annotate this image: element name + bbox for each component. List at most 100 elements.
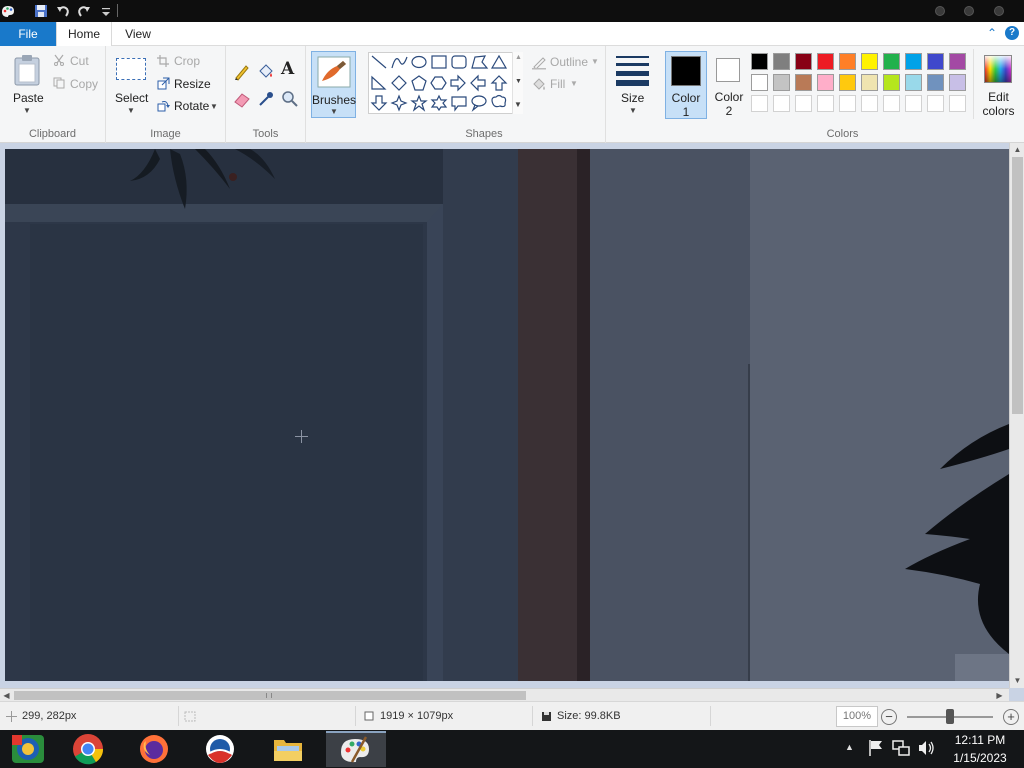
help-icon[interactable]: ? (1005, 26, 1019, 40)
file-explorer-taskbar-button[interactable] (258, 731, 318, 767)
redo-icon[interactable] (76, 3, 92, 19)
palette-swatch[interactable] (817, 53, 834, 70)
six-point-star-shape-icon[interactable] (430, 94, 448, 112)
paste-icon[interactable] (12, 54, 42, 86)
paste-dropdown-icon[interactable]: ▼ (23, 106, 31, 115)
tab-view[interactable]: View (118, 22, 158, 46)
cut-button[interactable]: Cut (70, 54, 89, 68)
custom-color-swatch[interactable] (795, 95, 812, 112)
palette-swatch[interactable] (861, 74, 878, 91)
color2-button[interactable]: Color 2 (710, 51, 752, 119)
palette-swatch[interactable] (927, 53, 944, 70)
close-button[interactable] (994, 6, 1004, 16)
palette-swatch[interactable] (861, 53, 878, 70)
scroll-down-arrow[interactable]: ▼ (1011, 674, 1024, 687)
palette-swatch[interactable] (839, 74, 856, 91)
custom-color-swatch[interactable] (949, 95, 966, 112)
fill-button[interactable]: Fill (550, 77, 565, 91)
cloud-callout-shape-icon[interactable] (491, 94, 507, 108)
oval-shape-icon[interactable] (411, 55, 427, 69)
tab-file[interactable]: File (0, 22, 56, 46)
palette-swatch[interactable] (795, 74, 812, 91)
down-arrow-shape-icon[interactable] (370, 95, 388, 111)
size-icon[interactable] (616, 54, 649, 86)
fill-dropdown-icon[interactable]: ▼ (570, 79, 578, 88)
select-icon[interactable] (116, 58, 146, 80)
hexagon-shape-icon[interactable] (430, 76, 447, 90)
brushes-button[interactable]: Brushes ▼ (311, 51, 356, 118)
four-point-star-shape-icon[interactable] (390, 94, 408, 112)
action-center-flag-icon[interactable] (868, 739, 884, 757)
palette-swatch[interactable] (773, 74, 790, 91)
crop-button[interactable]: Crop (174, 54, 200, 68)
palette-swatch[interactable] (927, 74, 944, 91)
custom-color-swatch[interactable] (839, 95, 856, 112)
clock-time[interactable]: 12:11 PM (945, 733, 1015, 747)
save-icon[interactable] (33, 3, 49, 19)
zoom-out-button[interactable]: − (881, 709, 897, 725)
network-icon[interactable] (892, 739, 910, 757)
volume-icon[interactable] (917, 739, 935, 757)
custom-color-swatch[interactable] (905, 95, 922, 112)
size-button[interactable]: Size (621, 91, 644, 105)
maximize-button[interactable] (964, 6, 974, 16)
custom-color-swatch[interactable] (861, 95, 878, 112)
vertical-scroll-thumb[interactable] (1012, 157, 1023, 414)
palette-swatch[interactable] (883, 53, 900, 70)
edit-colors-button[interactable]: Edit colors (976, 51, 1021, 119)
palette-swatch[interactable] (949, 53, 966, 70)
diamond-shape-icon[interactable] (391, 75, 407, 91)
custom-color-swatch[interactable] (927, 95, 944, 112)
magnifier-icon[interactable] (281, 90, 299, 108)
custom-color-swatch[interactable] (751, 95, 768, 112)
shapes-gallery-scroll[interactable]: ▲ ▼ ▼ (512, 52, 523, 114)
minimize-ribbon-icon[interactable]: ⌃ (985, 26, 999, 40)
curve-shape-icon[interactable] (391, 56, 408, 69)
color1-button[interactable]: Color 1 (665, 51, 707, 119)
tab-home[interactable]: Home (56, 22, 112, 46)
size-dropdown-icon[interactable]: ▼ (629, 106, 637, 115)
minimize-button[interactable] (935, 6, 945, 16)
palette-swatch[interactable] (905, 53, 922, 70)
copy-button[interactable]: Copy (70, 77, 98, 91)
rounded-rectangle-shape-icon[interactable] (451, 55, 467, 69)
zoom-in-button[interactable]: + (1003, 709, 1019, 725)
chrome-taskbar-button[interactable] (58, 731, 118, 767)
show-hidden-icons-icon[interactable]: ▲ (845, 742, 854, 752)
palette-swatch[interactable] (795, 53, 812, 70)
eraser-icon[interactable] (233, 90, 251, 108)
customize-qat-icon[interactable] (98, 3, 114, 19)
polygon-shape-icon[interactable] (471, 55, 489, 69)
text-tool-icon[interactable]: A (281, 59, 299, 81)
custom-color-swatch[interactable] (773, 95, 790, 112)
rotate-dropdown-icon[interactable]: ▼ (210, 102, 218, 111)
scroll-up-arrow[interactable]: ▲ (1011, 143, 1024, 156)
vertical-scrollbar[interactable]: ▲ ▼ (1009, 143, 1024, 688)
right-arrow-shape-icon[interactable] (450, 74, 466, 92)
palette-swatch[interactable] (839, 53, 856, 70)
pentagon-shape-icon[interactable] (411, 75, 427, 91)
left-arrow-shape-icon[interactable] (470, 74, 486, 92)
drawing-canvas[interactable] (5, 149, 1009, 681)
outline-button[interactable]: Outline (550, 55, 588, 69)
pencil-icon[interactable] (233, 63, 251, 81)
zoom-slider-thumb[interactable] (946, 709, 954, 724)
start-button[interactable] (0, 731, 56, 767)
palette-swatch[interactable] (949, 74, 966, 91)
palette-swatch[interactable] (817, 74, 834, 91)
paint-taskbar-button[interactable] (326, 731, 386, 767)
obama-logo-taskbar-button[interactable] (190, 731, 250, 767)
outline-dropdown-icon[interactable]: ▼ (591, 57, 599, 66)
rect-callout-shape-icon[interactable] (451, 96, 467, 112)
paste-button[interactable]: Paste (13, 91, 44, 105)
clock-date[interactable]: 1/15/2023 (945, 751, 1015, 765)
palette-swatch[interactable] (905, 74, 922, 91)
select-button[interactable]: Select (115, 91, 148, 105)
custom-color-swatch[interactable] (817, 95, 834, 112)
palette-swatch[interactable] (883, 74, 900, 91)
custom-color-swatch[interactable] (883, 95, 900, 112)
triangle-shape-icon[interactable] (490, 54, 508, 69)
resize-button[interactable]: Resize (174, 77, 211, 91)
rectangle-shape-icon[interactable] (431, 55, 447, 69)
firefox-taskbar-button[interactable] (124, 731, 184, 767)
